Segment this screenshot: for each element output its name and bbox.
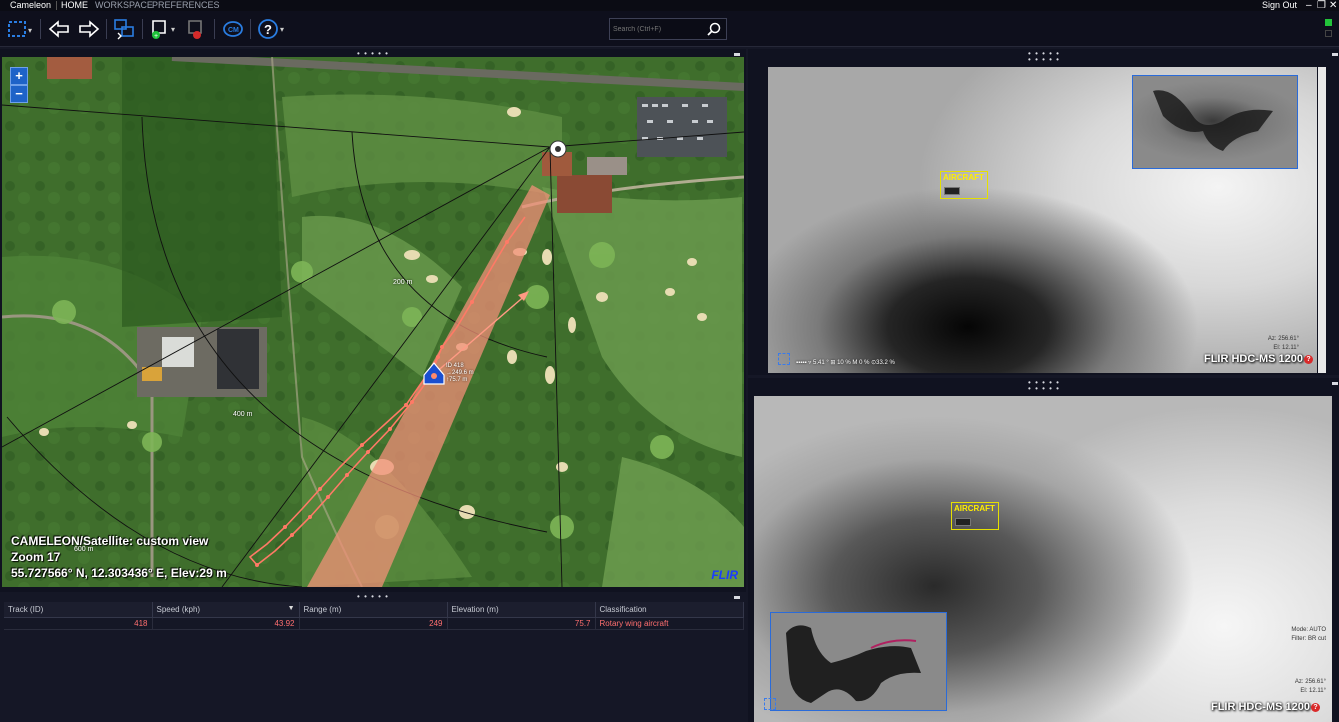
help-icon: ? ▾	[258, 19, 284, 39]
menu-home[interactable]: HOME	[61, 0, 88, 11]
camera-2-corner-marker	[764, 698, 776, 710]
cell-range: 249	[299, 617, 448, 630]
cell-track-id: 418	[4, 617, 153, 630]
camera-1-zoom-inset[interactable]	[1132, 75, 1298, 169]
zoom-out-button[interactable]: −	[10, 85, 28, 103]
status-led-active	[1325, 19, 1332, 26]
camera-2-alert-icon[interactable]: ?	[1311, 703, 1320, 712]
close-icon[interactable]: ✕	[1329, 0, 1337, 11]
svg-text:▾: ▾	[28, 26, 32, 35]
map-panel: • • • • • + − 200 m 400 m 600 m ID 418 →…	[0, 49, 746, 592]
camera-2-pin-icon[interactable]	[1332, 382, 1338, 385]
camera-1-video[interactable]: AIRCRAFT Az: 256.61° El: 12.11° ▪▪▪▪▪ ▿ …	[768, 67, 1317, 373]
camera-panel-2: • • • • • • • • • • AIRCRAFT Mode: AUTO F…	[748, 378, 1339, 722]
camera-1-detection-box[interactable]: AIRCRAFT	[940, 171, 988, 199]
map-view-name: CAMELEON/Satellite: custom view	[11, 534, 209, 548]
cell-elevation: 75.7	[447, 617, 596, 630]
camera-1-corner-marker	[778, 353, 790, 365]
table-row[interactable]: 418 43.92 249 75.7 Rotary wing aircraft	[4, 617, 744, 630]
table-pin-icon[interactable]	[734, 596, 740, 599]
range-label-400: 400 m	[233, 411, 253, 418]
map-canvas	[2, 57, 744, 587]
camera-2-panel-grip[interactable]: • • • • • • • • • •	[1026, 379, 1062, 393]
map-coordinates: 55.727566° N, 12.303436° E, Elev:29 m	[11, 566, 227, 580]
back-button[interactable]	[47, 16, 71, 42]
camera-1-status-bar: ▪▪▪▪▪ ▿ 5.41 ° ⊞ 10 % M 0 % ⊙33.2 %	[796, 360, 895, 366]
restore-icon[interactable]: ❐	[1317, 0, 1326, 11]
svg-text:CM: CM	[228, 27, 239, 34]
help-button[interactable]: ? ▾	[256, 16, 288, 42]
forward-button[interactable]	[77, 16, 101, 42]
minimize-icon[interactable]: –	[1306, 0, 1312, 11]
sort-descending-icon: ▼	[287, 604, 295, 612]
remove-device-button[interactable]	[184, 16, 210, 42]
satellite-map[interactable]: + − 200 m 400 m 600 m ID 418 →249.6 m ↑7…	[2, 57, 744, 587]
track-table: Track (ID) Speed (kph) ▼ Range (m) Elevat…	[4, 602, 744, 630]
menu-preferences[interactable]: PREFERENCES	[152, 0, 220, 11]
camera-panel-1: • • • • • • • • • • AIRCRAFT Az: 256.61° …	[748, 49, 1339, 375]
select-area-button[interactable]: ▾	[6, 16, 36, 42]
camera-1-pin-icon[interactable]	[1332, 53, 1338, 56]
map-zoom-level: Zoom 17	[11, 550, 61, 564]
arrow-left-icon	[48, 20, 69, 38]
svg-text:?: ?	[264, 22, 272, 37]
menu-bar: Cameleon HOME WORKSPACE PREFERENCES Sign…	[0, 0, 1339, 11]
camera-1-panel-grip[interactable]: • • • • • • • • • •	[1026, 50, 1062, 64]
camera-control-button[interactable]: CM	[220, 16, 246, 42]
zoom-in-button[interactable]: +	[10, 67, 28, 85]
status-led-idle	[1325, 30, 1332, 37]
camera-2-angle-stats: Az: 256.61° El: 12.11°	[1294, 679, 1326, 694]
map-pin-icon[interactable]	[734, 53, 740, 56]
camera-1-detection-label: AIRCRAFT	[943, 173, 984, 182]
search-icon[interactable]	[707, 22, 721, 36]
track-label[interactable]: ID 418 →249.6 m ↑75.7 m	[446, 363, 474, 384]
select-area-icon: ▾	[8, 21, 32, 37]
flir-logo: FLIR	[711, 568, 738, 582]
svg-text:+: +	[154, 33, 158, 40]
map-info-overlay: CAMELEON/Satellite: custom view Zoom 17 …	[11, 533, 227, 581]
camera-2-mode-stats: Mode: AUTO Filter: BR cut	[1291, 627, 1326, 642]
search-box[interactable]	[609, 18, 727, 40]
track-table-panel: • • • • • Track (ID) Speed (kph) ▼ Range …	[0, 593, 746, 722]
cell-classification: Rotary wing aircraft	[595, 617, 744, 630]
add-device-button[interactable]: + ▾	[148, 16, 180, 42]
camera-2-detection-label: AIRCRAFT	[954, 504, 995, 513]
column-header-speed[interactable]: Speed (kph) ▼	[152, 602, 300, 618]
camera-control-icon: CM	[223, 21, 243, 37]
camera-1-stats: Az: 256.61° El: 12.11°	[1267, 336, 1299, 351]
cell-speed: 43.92	[152, 617, 300, 630]
display-switch-button[interactable]	[112, 16, 138, 42]
camera-2-target-chip	[955, 518, 971, 526]
camera-1-alert-icon[interactable]: ?	[1304, 355, 1313, 364]
aircraft-silhouette-icon	[786, 625, 921, 703]
camera-1-target-chip	[944, 187, 960, 195]
column-header-elevation[interactable]: Elevation (m)	[447, 602, 596, 618]
column-header-track[interactable]: Track (ID)	[4, 602, 153, 618]
svg-text:▾: ▾	[280, 25, 284, 34]
camera-2-name: FLIR HDC-MS 1200	[1210, 701, 1310, 713]
column-header-classification[interactable]: Classification	[595, 602, 744, 618]
table-panel-grip[interactable]: • • • • •	[355, 593, 391, 602]
arrow-right-icon	[79, 20, 100, 38]
menu-separator	[56, 1, 57, 10]
camera-1-scrollbar[interactable]	[1318, 67, 1326, 373]
camera-2-detection-box[interactable]: AIRCRAFT	[951, 502, 999, 530]
menu-workspace[interactable]: WORKSPACE	[95, 0, 153, 11]
column-header-range[interactable]: Range (m)	[299, 602, 448, 618]
screens-icon	[114, 19, 134, 40]
device-add-icon: +▾	[152, 20, 175, 40]
aircraft-silhouette-icon	[1153, 90, 1273, 151]
range-label-200: 200 m	[393, 279, 413, 286]
svg-text:▾: ▾	[171, 25, 175, 34]
camera-2-zoom-inset[interactable]	[770, 612, 947, 711]
camera-2-video[interactable]: AIRCRAFT Mode: AUTO Filter: BR cut Az: 2…	[754, 396, 1332, 722]
device-remove-icon	[188, 20, 202, 39]
search-input[interactable]	[613, 22, 703, 36]
camera-1-name: FLIR HDC-MS 1200	[1203, 353, 1303, 365]
table-header-row: Track (ID) Speed (kph) ▼ Range (m) Elevat…	[4, 602, 744, 618]
cameleon-app: Cameleon HOME WORKSPACE PREFERENCES Sign…	[0, 0, 1339, 722]
sign-out-link[interactable]: Sign Out	[1262, 0, 1297, 11]
toolbar: ▾ + ▾ CM ? ▾	[0, 11, 1339, 47]
app-title: Cameleon	[10, 0, 52, 10]
